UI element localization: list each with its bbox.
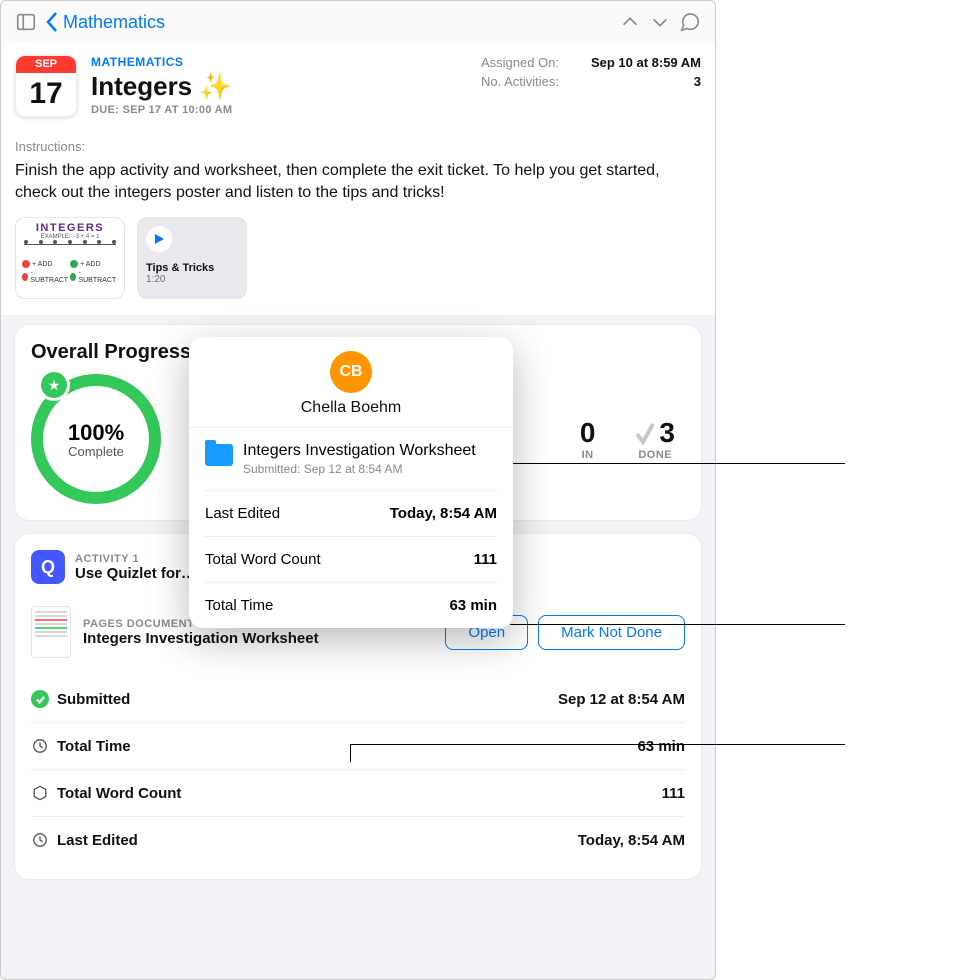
star-badge-icon: ★ xyxy=(41,372,67,398)
word-count-label: Total Word Count xyxy=(57,785,181,802)
class-eyebrow: MATHEMATICS xyxy=(91,55,467,69)
checkmark-icon xyxy=(635,420,655,446)
assignment-header: SEP 17 MATHEMATICS Integers ✨ DUE: SEP 1… xyxy=(1,43,715,315)
stat-done: 3 DONE xyxy=(635,417,675,461)
done-count: 3 xyxy=(659,417,675,449)
document-title: Integers Investigation Worksheet xyxy=(83,630,433,647)
activity-eyebrow: ACTIVITY 1 xyxy=(75,553,196,565)
document-thumbnail[interactable] xyxy=(31,606,71,658)
row-submitted: Submitted Sep 12 at 8:54 AM xyxy=(31,676,685,722)
clock-icon xyxy=(31,831,49,849)
last-edited-label: Last Edited xyxy=(57,832,138,849)
play-icon[interactable] xyxy=(146,226,172,252)
popover-file-title: Integers Investigation Worksheet xyxy=(243,442,476,460)
popover-word-count: Total Word Count 111 xyxy=(205,537,497,583)
avatar: CB xyxy=(330,351,372,393)
student-popover: CB Chella Boehm Integers Investigation W… xyxy=(189,337,513,628)
document-details: Submitted Sep 12 at 8:54 AM Total Time 6… xyxy=(31,676,685,863)
assigned-on-label: Assigned On: xyxy=(481,55,559,70)
quizlet-app-icon: Q xyxy=(31,550,65,584)
assignment-title: Integers ✨ xyxy=(91,71,467,102)
row-total-time: Total Time 63 min xyxy=(31,722,685,769)
callout-line xyxy=(510,463,845,464)
submitted-label: Submitted xyxy=(57,691,130,708)
progress-ring: ★ 100% Complete xyxy=(31,374,161,504)
attachment-poster[interactable]: INTEGERS EXAMPLE: −3 + 4 = 1 + ADD + ADD… xyxy=(15,217,125,299)
clock-icon xyxy=(31,737,49,755)
assigned-on-value: Sep 10 at 8:59 AM xyxy=(591,55,701,70)
student-name: Chella Boehm xyxy=(301,399,402,417)
back-label: Mathematics xyxy=(63,12,165,33)
assignment-meta: Assigned On: Sep 10 at 8:59 AM No. Activ… xyxy=(481,55,701,117)
popover-last-edited: Last Edited Today, 8:54 AM xyxy=(205,491,497,537)
done-label: DONE xyxy=(635,449,675,461)
callout-line xyxy=(350,744,351,762)
messages-icon[interactable] xyxy=(679,11,701,33)
popover-total-time: Total Time 63 min xyxy=(205,583,497,628)
activities-count-label: No. Activities: xyxy=(481,74,559,89)
chevron-down-icon[interactable] xyxy=(649,11,671,33)
total-time-label: Total Time xyxy=(57,738,131,755)
row-last-edited: Last Edited Today, 8:54 AM xyxy=(31,816,685,863)
popover-file-row[interactable]: Integers Investigation Worksheet Submitt… xyxy=(205,428,497,491)
progress-complete-label: Complete xyxy=(68,444,124,459)
badge-icon xyxy=(31,784,49,802)
chevron-up-icon[interactable] xyxy=(619,11,641,33)
folder-icon xyxy=(205,444,233,466)
callout-line xyxy=(510,624,845,625)
calendar-day: 17 xyxy=(16,73,76,115)
attachment-media[interactable]: Tips & Tricks 1:20 xyxy=(137,217,247,299)
calendar-month: SEP xyxy=(16,56,76,73)
back-button[interactable]: Mathematics xyxy=(45,11,165,33)
media-duration: 1:20 xyxy=(146,274,238,285)
app-window: Mathematics SEP 17 MATHEMATICS xyxy=(0,0,716,980)
popover-file-subtitle: Submitted: Sep 12 at 8:54 AM xyxy=(243,462,476,476)
stat-nostarted: 0 IN xyxy=(580,417,596,461)
toolbar: Mathematics xyxy=(1,1,715,43)
due-date: DUE: SEP 17 AT 10:00 AM xyxy=(91,104,467,116)
calendar-icon: SEP 17 xyxy=(15,55,77,117)
word-count-value: 111 xyxy=(662,785,685,802)
activity-title: Use Quizlet for… xyxy=(75,565,196,582)
success-icon xyxy=(31,690,49,708)
mark-not-done-button[interactable]: Mark Not Done xyxy=(538,615,685,650)
last-edited-value: Today, 8:54 AM xyxy=(578,832,685,849)
poster-title: INTEGERS xyxy=(22,222,118,234)
sidebar-toggle-icon[interactable] xyxy=(15,11,37,33)
callout-line xyxy=(350,744,845,745)
total-time-value: 63 min xyxy=(637,738,685,755)
submitted-value: Sep 12 at 8:54 AM xyxy=(558,691,685,708)
row-word-count: Total Word Count 111 xyxy=(31,769,685,816)
progress-percent: 100% xyxy=(68,420,124,446)
instructions-label: Instructions: xyxy=(15,139,701,154)
activities-count-value: 3 xyxy=(694,74,701,89)
instructions-text: Finish the app activity and worksheet, t… xyxy=(15,160,701,203)
media-title: Tips & Tricks xyxy=(146,262,238,274)
